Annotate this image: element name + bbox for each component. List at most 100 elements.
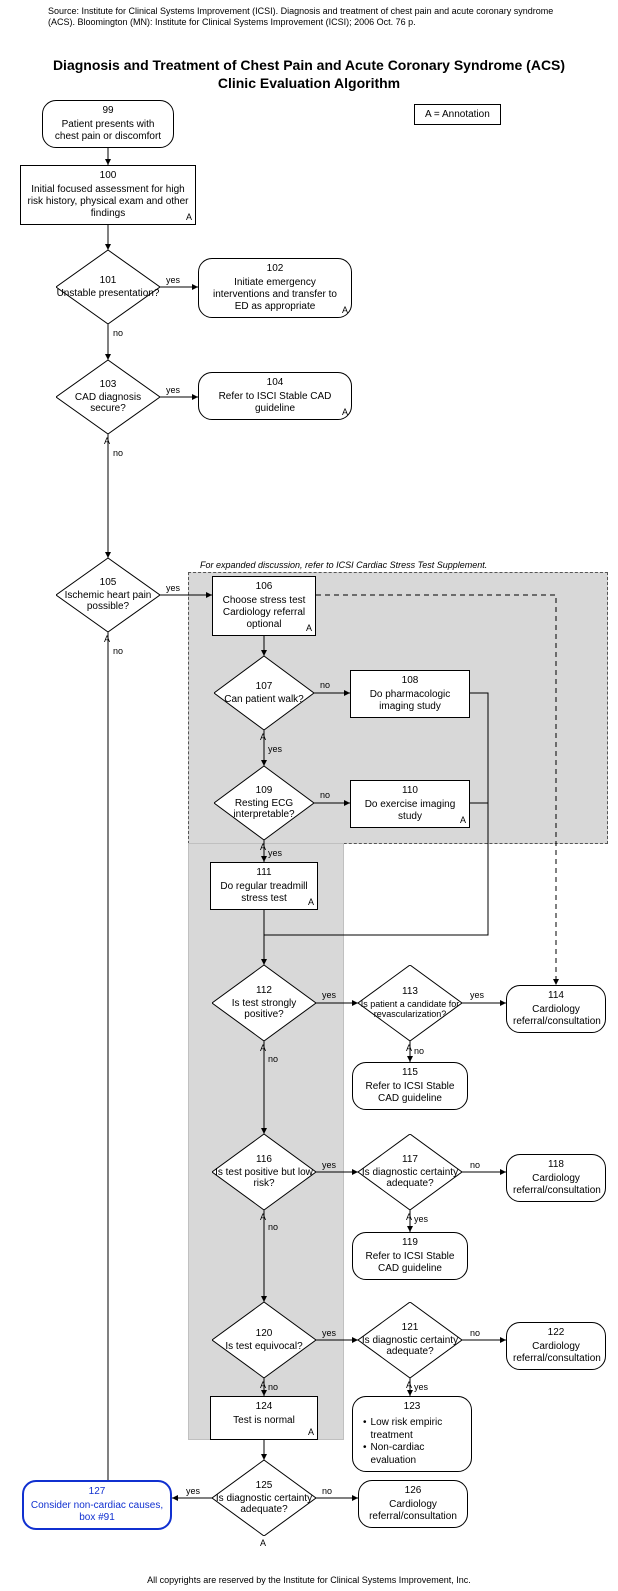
node-118-num: 118 <box>513 1159 599 1171</box>
edge-120-no: no <box>268 1382 278 1392</box>
edge-117-yes: yes <box>414 1214 428 1224</box>
node-107: 107Can patient walk? A <box>214 656 314 730</box>
node-115-text: Refer to ICSI Stable CAD guideline <box>366 1081 455 1104</box>
node-109: 109Resting ECG interpretable? A <box>214 766 314 840</box>
node-121-ann: A <box>406 1380 412 1390</box>
edge-107-no: no <box>320 680 330 690</box>
node-124: 124 Test is normal A <box>210 1396 318 1440</box>
node-104-ann: A <box>342 407 348 418</box>
node-101: 101Unstable presentation? <box>56 250 160 324</box>
node-121: 121Is diagnostic certainty adequate? A <box>358 1302 462 1378</box>
edge-107-yes: yes <box>268 744 282 754</box>
node-108: 108 Do pharmacologic imaging study <box>350 670 470 718</box>
node-100-ann: A <box>186 212 192 223</box>
edge-120-yes: yes <box>322 1328 336 1338</box>
node-102-text: Initiate emergency interventions and tra… <box>213 277 337 312</box>
node-119: 119 Refer to ICSI Stable CAD guideline <box>352 1232 468 1280</box>
node-116-text: Is test positive but low risk? <box>212 1167 316 1190</box>
node-113-num: 113 <box>402 986 418 998</box>
node-126: 126 Cardiology referral/consultation <box>358 1480 468 1528</box>
node-123-num: 123 <box>359 1401 465 1413</box>
node-127-num: 127 <box>30 1486 164 1498</box>
node-119-text: Refer to ICSI Stable CAD guideline <box>366 1251 455 1274</box>
node-123-b1: Low risk empiric treatment <box>371 1417 461 1442</box>
node-113-text: Is patient a candidate for revasculariza… <box>358 999 462 1020</box>
node-99-text: Patient presents with chest pain or disc… <box>55 119 161 142</box>
edge-101-yes: yes <box>166 275 180 285</box>
node-125-text: Is diagnostic certainty adequate? <box>212 1493 316 1516</box>
node-112-text: Is test strongly positive? <box>212 998 316 1021</box>
node-111-num: 111 <box>217 867 311 879</box>
node-120-ann: A <box>260 1380 266 1390</box>
node-116: 116Is test positive but low risk? A <box>212 1134 316 1210</box>
node-117-text: Is diagnostic certainty adequate? <box>358 1167 462 1190</box>
node-124-text: Test is normal <box>233 1415 295 1426</box>
node-106: 106 Choose stress test Cardiology referr… <box>212 576 316 636</box>
node-118-text: Cardiology referral/consultation <box>513 1173 601 1196</box>
edge-113-no: no <box>414 1046 424 1056</box>
node-124-num: 124 <box>217 1401 311 1413</box>
node-101-num: 101 <box>100 275 117 287</box>
node-105-text: Ischemic heart pain possible? <box>56 590 160 613</box>
node-101-text: Unstable presentation? <box>57 288 160 300</box>
node-110: 110 Do exercise imaging study A <box>350 780 470 828</box>
node-103: 103CAD diagnosis secure? A <box>56 360 160 434</box>
node-103-text: CAD diagnosis secure? <box>56 392 160 415</box>
node-106-ann: A <box>306 623 312 634</box>
node-121-num: 121 <box>402 1322 419 1334</box>
node-113: 113Is patient a candidate for revascular… <box>358 965 462 1041</box>
node-99: 99 Patient presents with chest pain or d… <box>42 100 174 148</box>
node-108-text: Do pharmacologic imaging study <box>370 689 451 712</box>
node-124-ann: A <box>308 1427 314 1438</box>
node-105-ann: A <box>104 634 110 644</box>
node-104-num: 104 <box>205 377 345 389</box>
node-110-num: 110 <box>357 785 463 797</box>
edge-103-yes: yes <box>166 385 180 395</box>
node-114-num: 114 <box>513 990 599 1002</box>
edge-103-no: no <box>113 448 123 458</box>
edge-121-no: no <box>470 1328 480 1338</box>
node-107-ann: A <box>260 732 266 742</box>
edge-105-yes: yes <box>166 583 180 593</box>
edge-109-yes: yes <box>268 848 282 858</box>
node-100-text: Initial focused assessment for high risk… <box>28 184 189 219</box>
node-122: 122 Cardiology referral/consultation <box>506 1322 606 1370</box>
node-125: 125Is diagnostic certainty adequate? A <box>212 1460 316 1536</box>
node-109-num: 109 <box>256 785 273 797</box>
node-120-text: Is test equivocal? <box>225 1341 302 1353</box>
node-120-num: 120 <box>256 1328 273 1340</box>
node-116-num: 116 <box>256 1154 272 1166</box>
node-113-ann: A <box>406 1043 412 1053</box>
node-104-text: Refer to ISCI Stable CAD guideline <box>219 391 332 414</box>
node-127: 127 Consider non-cardiac causes, box #91 <box>22 1480 172 1530</box>
edge-121-yes: yes <box>414 1382 428 1392</box>
edge-112-yes: yes <box>322 990 336 1000</box>
node-125-num: 125 <box>256 1480 273 1492</box>
node-127-text: Consider non-cardiac causes, box #91 <box>31 1500 163 1523</box>
edge-101-no: no <box>113 328 123 338</box>
edge-112-no: no <box>268 1054 278 1064</box>
node-122-num: 122 <box>513 1327 599 1339</box>
edge-125-no: no <box>322 1486 332 1496</box>
node-102-ann: A <box>342 305 348 316</box>
node-109-ann: A <box>260 842 266 852</box>
edge-116-yes: yes <box>322 1160 336 1170</box>
edge-125-yes: yes <box>186 1486 200 1496</box>
node-111-text: Do regular treadmill stress test <box>220 881 307 904</box>
node-104: 104 Refer to ISCI Stable CAD guideline A <box>198 372 352 420</box>
node-123-bullets: •Low risk empiric treatment •Non-cardiac… <box>359 1415 465 1467</box>
node-117-num: 117 <box>402 1154 418 1166</box>
node-114: 114 Cardiology referral/consultation <box>506 985 606 1033</box>
node-100: 100 Initial focused assessment for high … <box>20 165 196 225</box>
node-111-ann: A <box>308 897 314 908</box>
node-106-num: 106 <box>219 581 309 593</box>
node-106-text: Choose stress test Cardiology referral o… <box>223 595 306 630</box>
node-117: 117Is diagnostic certainty adequate? A <box>358 1134 462 1210</box>
node-107-text: Can patient walk? <box>224 694 304 706</box>
node-125-ann: A <box>260 1538 266 1548</box>
node-108-num: 108 <box>357 675 463 687</box>
node-112-ann: A <box>260 1043 266 1053</box>
edge-109-no: no <box>320 790 330 800</box>
node-102: 102 Initiate emergency interventions and… <box>198 258 352 318</box>
node-105-num: 105 <box>100 577 117 589</box>
